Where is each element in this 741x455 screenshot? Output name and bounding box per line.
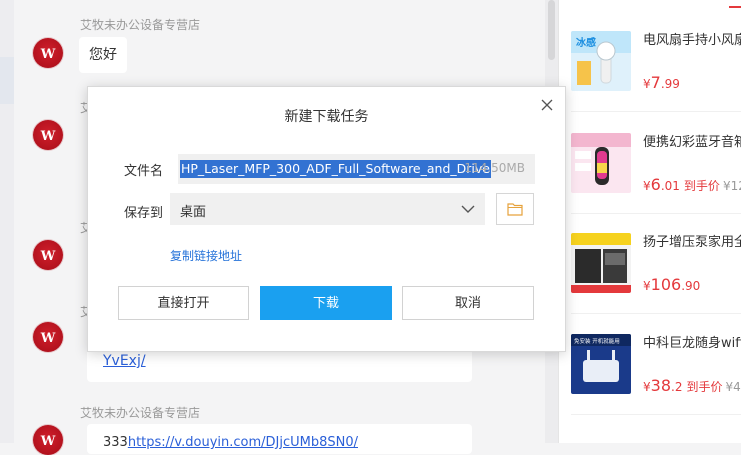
save-location-select[interactable]: 桌面 — [170, 193, 485, 225]
product-card[interactable]: 便携幻彩蓝牙音箱便携式高音质户外卡 ¥6.01到手价¥12. — [571, 133, 741, 214]
store-avatar[interactable]: W — [33, 425, 63, 455]
filesize-text: 114.50MB — [464, 161, 525, 175]
product-card[interactable]: 扬子增压泵家用全自器花洒洗澡自来水管 ¥106.90 — [571, 233, 741, 314]
product-image[interactable]: 冰感 — [571, 31, 631, 91]
svg-text:W: W — [40, 249, 56, 264]
svg-text:W: W — [40, 129, 56, 144]
download-dialog: 新建下载任务 文件名 HP_Laser_MFP_300_ADF_Full_Sof… — [87, 86, 566, 352]
save-location-label: 保存到 — [124, 206, 164, 221]
store-avatar[interactable]: W — [33, 38, 63, 68]
message-bubble: 您好 — [79, 37, 127, 73]
product-title[interactable]: 便携幻彩蓝牙音箱便携式高音质户外卡 — [643, 133, 741, 173]
open-directly-button[interactable]: 直接打开 — [118, 286, 249, 320]
browse-folder-button[interactable] — [496, 193, 534, 225]
store-avatar[interactable]: W — [33, 240, 63, 270]
tab-indicator — [729, 6, 741, 8]
product-title[interactable]: 扬子增压泵家用全自器花洒洗澡自来水管 — [643, 233, 741, 273]
product-price: ¥6.01到手价¥12. — [643, 175, 741, 194]
message-sender: 艾牧未办公设备专营店 — [80, 406, 201, 420]
product-title[interactable]: 电风扇手持小风扇风扇三档学生办公 — [643, 31, 741, 71]
svg-text:W: W — [40, 47, 56, 62]
product-price: ¥106.90 — [643, 275, 701, 294]
message-text: 333https://v.douyin.com/DJjcUMb8SN0/ — [103, 435, 358, 450]
folder-icon — [507, 203, 523, 216]
message-link[interactable]: YvExj/ — [103, 350, 146, 372]
chevron-down-icon — [461, 203, 475, 218]
store-avatar[interactable]: W — [33, 120, 63, 150]
left-sidebar — [0, 0, 14, 443]
product-image[interactable]: 免安装 开机就能用 — [571, 334, 631, 394]
filename-input[interactable]: HP_Laser_MFP_300_ADF_Full_Software_and_D… — [178, 154, 535, 184]
close-icon[interactable] — [539, 97, 555, 113]
product-image[interactable] — [571, 133, 631, 193]
product-image-text: 冰感 — [576, 36, 596, 49]
store-avatar[interactable]: W — [33, 322, 63, 352]
product-price: ¥38.2到手价¥44 — [643, 376, 741, 395]
product-card[interactable]: 免安装 开机就能用 中科巨龙随身wifi无双频WIFI6免插卡 ¥38.2到手价… — [571, 334, 741, 415]
svg-text:W: W — [40, 434, 56, 449]
product-image[interactable] — [571, 233, 631, 293]
cancel-button[interactable]: 取消 — [402, 286, 534, 320]
product-recommendation-panel: 冰感 电风扇手持小风扇风扇三档学生办公 ¥7.99 便携幻彩蓝牙音箱便携式高音质… — [558, 0, 741, 443]
filename-value[interactable]: HP_Laser_MFP_300_ADF_Full_Software_and_D… — [180, 160, 491, 178]
copy-link-button[interactable]: 复制链接地址 — [170, 247, 242, 264]
product-price: ¥7.99 — [643, 73, 680, 92]
message-bubble: 333https://v.douyin.com/DJjcUMb8SN0/ — [87, 424, 472, 454]
scrollbar-thumb[interactable] — [548, 0, 555, 60]
filename-label: 文件名 — [124, 164, 164, 179]
product-image-text: 免安装 开机就能用 — [574, 337, 620, 345]
download-button[interactable]: 下载 — [260, 286, 392, 320]
svg-text:W: W — [40, 331, 56, 346]
message-sender: 艾牧未办公设备专营店 — [80, 18, 201, 32]
product-card[interactable]: 冰感 电风扇手持小风扇风扇三档学生办公 ¥7.99 — [571, 31, 741, 112]
dialog-title: 新建下载任务 — [284, 109, 369, 125]
save-location-value: 桌面 — [180, 205, 207, 220]
product-title[interactable]: 中科巨龙随身wifi无双频WIFI6免插卡 — [643, 334, 741, 374]
sidebar-highlight — [0, 57, 14, 104]
